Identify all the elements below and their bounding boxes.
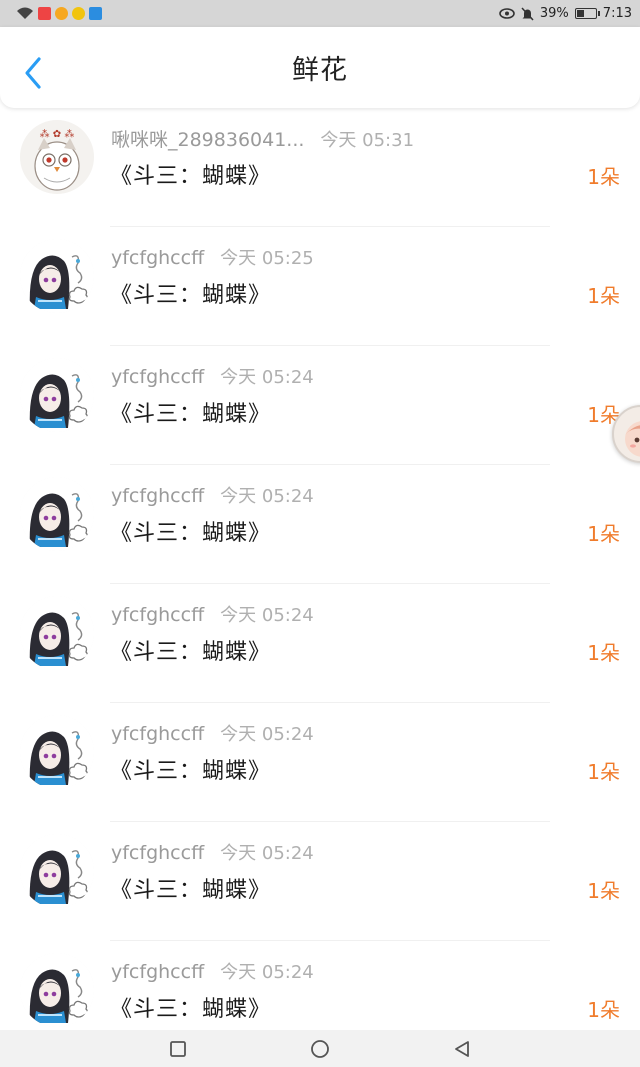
sender-name[interactable]: yfcfghccff xyxy=(111,604,204,626)
clock: 7:13 xyxy=(602,6,632,21)
list-item[interactable]: yfcfghccff 今天 05:24 《斗三：蝴蝶》 1朵 xyxy=(0,465,640,584)
girl-avatar-icon xyxy=(20,358,94,432)
sender-name[interactable]: yfcfghccff xyxy=(111,842,204,864)
gift-title: 《斗三：蝴蝶》 xyxy=(110,283,272,308)
svg-text:⁂ ✿ ⁂: ⁂ ✿ ⁂ xyxy=(40,128,75,140)
status-left-icons xyxy=(16,7,102,20)
list-item[interactable]: yfcfghccff 今天 05:24 《斗三：蝴蝶》 1朵 xyxy=(0,346,640,465)
back-button[interactable] xyxy=(18,55,48,91)
item-meta: yfcfghccff 今天 05:24 xyxy=(111,363,314,389)
sender-name[interactable]: yfcfghccff xyxy=(111,366,204,388)
sender-name[interactable]: yfcfghccff xyxy=(111,485,204,507)
app-icon-yellow xyxy=(72,7,85,20)
eye-icon xyxy=(499,8,515,19)
item-meta: yfcfghccff 今天 05:24 xyxy=(111,482,314,508)
home-button[interactable] xyxy=(309,1038,331,1060)
sender-name[interactable]: yfcfghccff xyxy=(111,961,204,983)
girl-avatar-icon xyxy=(20,953,94,1027)
list-item[interactable]: ⁂ ✿ ⁂ 啾咪咪_289836041... 今天 05:31 《斗三：蝴蝶》 1朵 xyxy=(0,108,640,227)
list-item[interactable]: yfcfghccff 今天 05:24 《斗三：蝴蝶》 1朵 xyxy=(0,822,640,941)
girl-avatar-icon xyxy=(20,596,94,670)
avatar[interactable] xyxy=(20,477,94,551)
list-item[interactable]: yfcfghccff 今天 05:24 《斗三：蝴蝶》 1朵 xyxy=(0,703,640,822)
flower-count: 1朵 xyxy=(587,760,620,784)
list-item[interactable]: yfcfghccff 今天 05:25 《斗三：蝴蝶》 1朵 xyxy=(0,227,640,346)
sender-name[interactable]: 啾咪咪_289836041... xyxy=(111,125,304,152)
list-item[interactable]: yfcfghccff 今天 05:24 《斗三：蝴蝶》 1朵 xyxy=(0,584,640,703)
battery-percent: 39% xyxy=(539,6,569,21)
item-meta: 啾咪咪_289836041... 今天 05:31 xyxy=(111,125,414,152)
flower-count: 1朵 xyxy=(587,998,620,1022)
sender-name[interactable]: yfcfghccff xyxy=(111,723,204,745)
timestamp: 今天 05:24 xyxy=(220,843,314,864)
timestamp: 今天 05:25 xyxy=(220,248,314,269)
timestamp: 今天 05:31 xyxy=(320,130,415,151)
girl-avatar-icon xyxy=(20,834,94,908)
avatar[interactable] xyxy=(20,239,94,313)
recent-apps-icon xyxy=(170,1040,186,1057)
gift-title: 《斗三：蝴蝶》 xyxy=(110,759,272,784)
girl-avatar-icon xyxy=(20,239,94,313)
chevron-left-icon xyxy=(25,57,41,89)
gift-title: 《斗三：蝴蝶》 xyxy=(110,521,272,546)
status-right: 39% 7:13 xyxy=(499,6,632,21)
weibo-icon xyxy=(55,7,68,20)
gift-title: 《斗三：蝴蝶》 xyxy=(110,640,272,665)
gift-title: 《斗三：蝴蝶》 xyxy=(110,878,272,903)
item-meta: yfcfghccff 今天 05:24 xyxy=(111,720,314,746)
battery-icon xyxy=(574,8,600,19)
flower-count: 1朵 xyxy=(587,641,620,665)
timestamp: 今天 05:24 xyxy=(220,962,314,983)
item-meta: yfcfghccff 今天 05:24 xyxy=(111,958,314,984)
avatar[interactable] xyxy=(20,715,94,789)
timestamp: 今天 05:24 xyxy=(220,724,314,745)
gift-title: 《斗三：蝴蝶》 xyxy=(110,164,272,189)
avatar[interactable]: ⁂ ✿ ⁂ xyxy=(20,120,94,194)
timestamp: 今天 05:24 xyxy=(220,367,314,388)
wifi-icon xyxy=(17,7,33,19)
timestamp: 今天 05:24 xyxy=(220,486,314,507)
item-meta: yfcfghccff 今天 05:24 xyxy=(111,839,314,865)
status-bar: 39% 7:13 xyxy=(0,0,640,27)
item-meta: yfcfghccff 今天 05:24 xyxy=(111,601,314,627)
home-icon xyxy=(311,1039,329,1058)
recent-apps-button[interactable] xyxy=(167,1038,189,1060)
sender-name[interactable]: yfcfghccff xyxy=(111,247,204,269)
avatar[interactable] xyxy=(20,358,94,432)
page-title: 鲜花 xyxy=(292,55,348,86)
avatar[interactable] xyxy=(20,953,94,1027)
back-icon xyxy=(455,1040,469,1057)
girl-avatar-icon xyxy=(20,715,94,789)
flower-count: 1朵 xyxy=(587,879,620,903)
flower-count: 1朵 xyxy=(587,522,620,546)
list-item[interactable]: yfcfghccff 今天 05:24 《斗三：蝴蝶》 1朵 xyxy=(0,941,640,1030)
avatar[interactable] xyxy=(20,834,94,908)
owl-avatar-icon: ⁂ ✿ ⁂ xyxy=(20,120,94,194)
avatar[interactable] xyxy=(20,596,94,670)
item-meta: yfcfghccff 今天 05:25 xyxy=(111,244,314,270)
gift-title: 《斗三：蝴蝶》 xyxy=(110,997,272,1022)
app-header: 鲜花 xyxy=(0,27,640,108)
nav-back-button[interactable] xyxy=(451,1038,473,1060)
timestamp: 今天 05:24 xyxy=(220,605,314,626)
flower-record-list[interactable]: ⁂ ✿ ⁂ 啾咪咪_289836041... 今天 05:31 《斗三：蝴蝶》 1朵 yf… xyxy=(0,108,640,1030)
app-icon-red xyxy=(38,7,51,20)
gift-title: 《斗三：蝴蝶》 xyxy=(110,402,272,427)
flower-count: 1朵 xyxy=(587,284,620,308)
app-icon-blue xyxy=(89,7,102,20)
flower-count: 1朵 xyxy=(587,165,620,189)
girl-avatar-icon xyxy=(20,477,94,551)
mute-icon xyxy=(521,6,534,21)
system-nav-bar xyxy=(0,1030,640,1067)
